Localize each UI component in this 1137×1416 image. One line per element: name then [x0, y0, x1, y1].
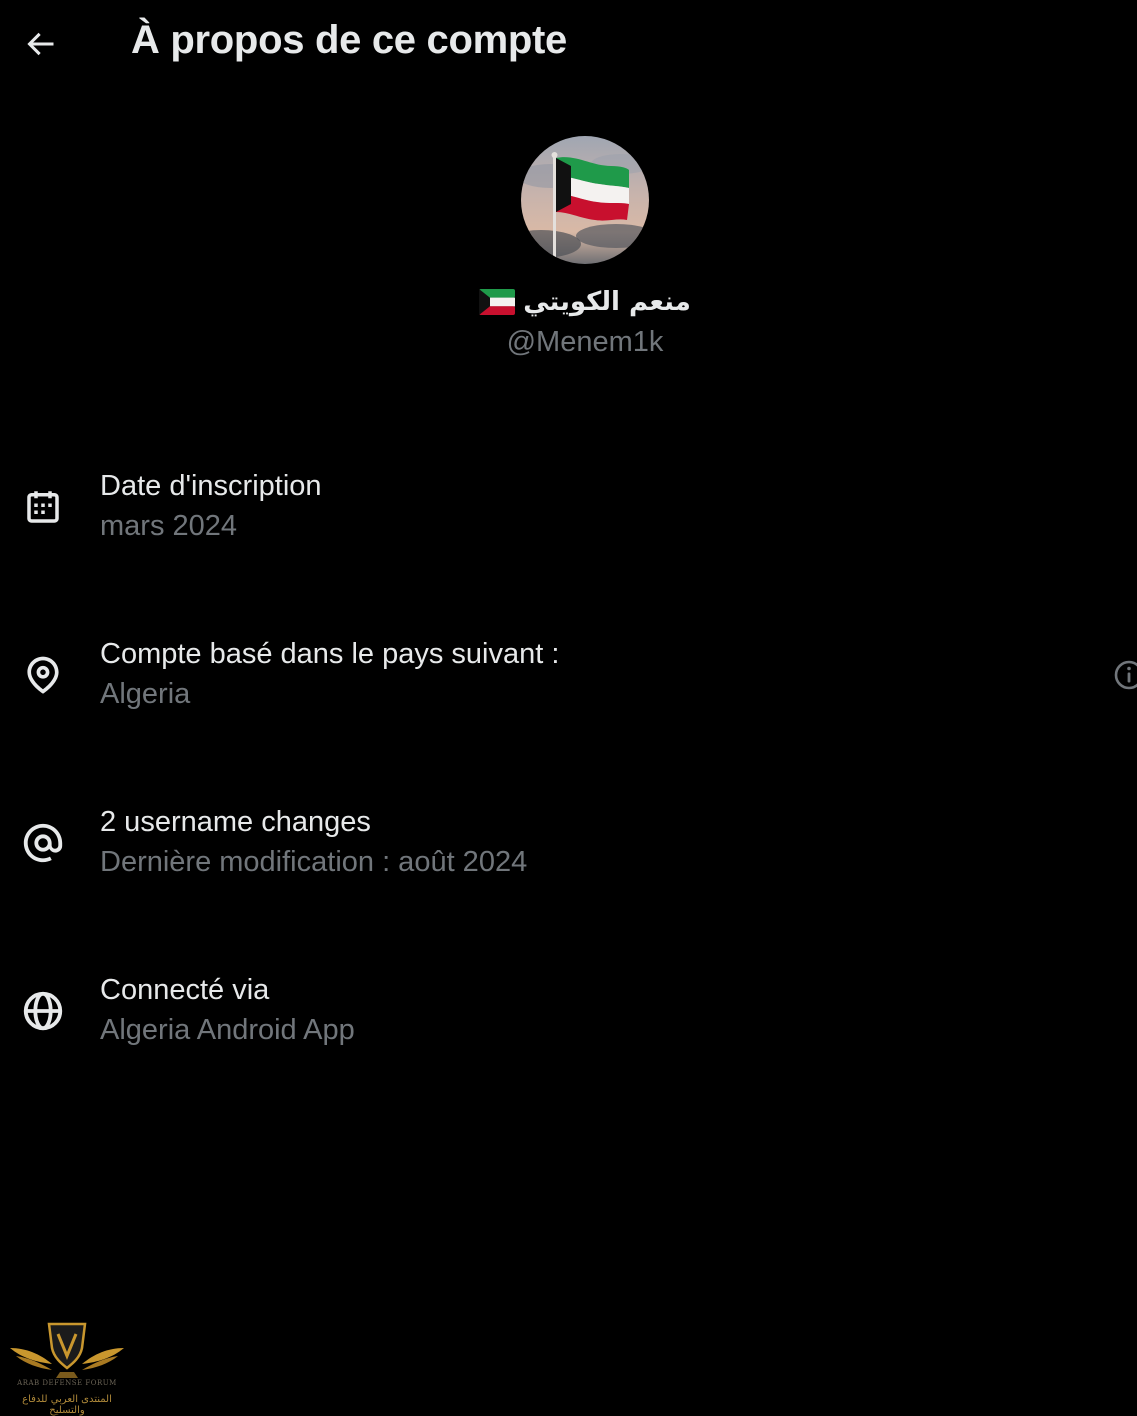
back-button[interactable] — [20, 24, 60, 64]
globe-icon-wrapper — [20, 988, 66, 1034]
username-changes-label: 2 username changes — [100, 806, 371, 838]
location-pin-icon — [27, 656, 59, 694]
join-date-label: Date d'inscription — [100, 470, 322, 502]
country-label: Compte basé dans le pays suivant : — [100, 638, 560, 670]
user-handle: @Menem1k — [506, 326, 664, 358]
info-row-connected-via: Connecté via Algeria Android App — [0, 970, 1137, 1070]
join-date-value: mars 2024 — [100, 510, 238, 542]
forum-watermark-logo: ARAB DEFENSE FORUM المنتدى العربي للدفاع… — [6, 1318, 128, 1416]
info-row-join-date: Date d'inscription mars 2024 — [0, 466, 1137, 566]
watermark-text-en: ARAB DEFENSE FORUM — [17, 1379, 117, 1387]
info-row-username-changes: 2 username changes Dernière modification… — [0, 802, 1137, 902]
page-title: À propos de ce compte — [131, 18, 568, 62]
calendar-icon — [27, 491, 59, 523]
at-sign-icon — [23, 823, 63, 863]
country-value: Algeria — [100, 678, 191, 710]
arrow-left-icon — [27, 32, 54, 56]
at-sign-icon-wrapper — [20, 820, 66, 866]
kuwait-flag-emoji-icon — [479, 289, 516, 315]
username-changes-value: Dernière modification : août 2024 — [100, 846, 528, 878]
globe-icon — [23, 991, 63, 1031]
info-row-country: Compte basé dans le pays suivant : Alger… — [0, 634, 1137, 734]
info-icon[interactable] — [1112, 658, 1137, 692]
top-bar: À propos de ce compte — [0, 0, 1137, 86]
display-name-row: منعم الكويتي — [0, 282, 1137, 322]
avatar[interactable] — [521, 136, 649, 264]
display-name: منعم الكويتي — [523, 287, 691, 317]
connected-via-value: Algeria Android App — [100, 1014, 355, 1046]
location-pin-icon-wrapper — [20, 652, 66, 698]
calendar-icon-wrapper — [20, 484, 66, 530]
connected-via-label: Connecté via — [100, 974, 270, 1006]
kuwait-flag-avatar-image — [521, 136, 649, 264]
shield-wings-logo-icon — [10, 1322, 124, 1378]
